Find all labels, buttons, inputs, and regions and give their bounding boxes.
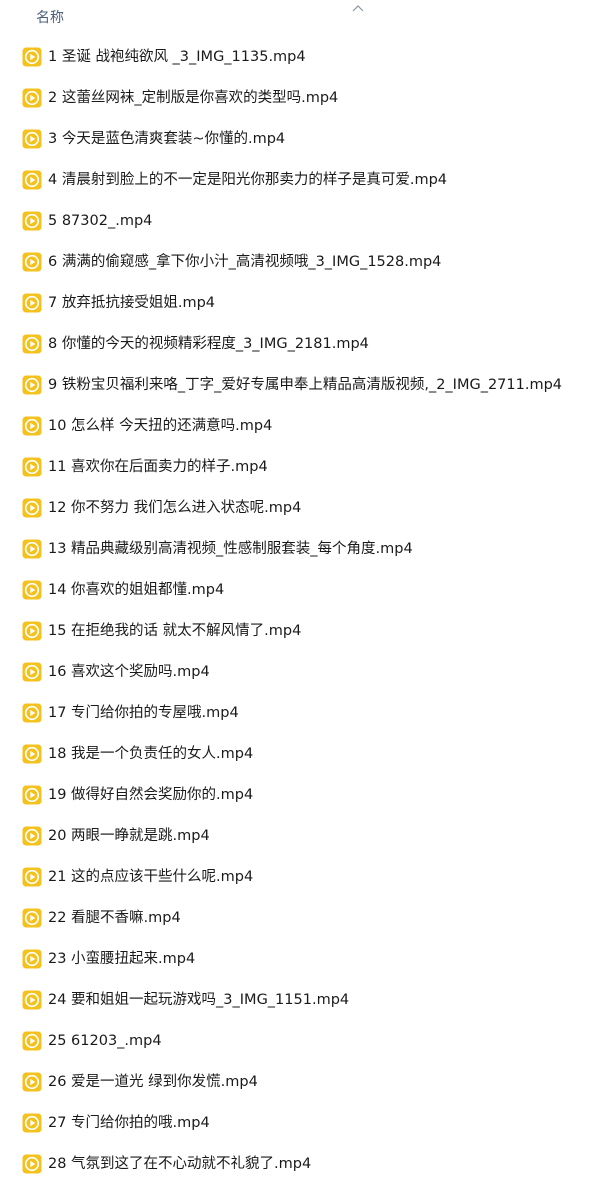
file-name: 11 喜欢你在后面卖力的样子.mp4: [48, 459, 268, 475]
file-name: 19 做得好自然会奖励你的.mp4: [48, 787, 254, 803]
file-row[interactable]: 1 圣诞 战袍纯欲风 _3_IMG_1135.mp4: [0, 37, 589, 78]
video-file-icon: [22, 867, 42, 887]
file-name: 21 这的点应该干些什么呢.mp4: [48, 869, 254, 885]
sort-ascending-icon[interactable]: [352, 0, 364, 12]
file-row[interactable]: 16 喜欢这个奖励吗.mp4: [0, 652, 589, 693]
file-row[interactable]: 21 这的点应该干些什么呢.mp4: [0, 857, 589, 898]
video-file-icon: [22, 1031, 42, 1051]
file-name: 7 放弃抵抗接受姐姐.mp4: [48, 295, 215, 311]
file-row[interactable]: 7 放弃抵抗接受姐姐.mp4: [0, 283, 589, 324]
file-name: 24 要和姐姐一起玩游戏吗_3_IMG_1151.mp4: [48, 992, 350, 1008]
file-row[interactable]: 9 铁粉宝贝福利来咯_丁字_爱好专属申奉上精品高清版视频,_2_IMG_2711…: [0, 365, 589, 406]
file-name: 23 小蛮腰扭起来.mp4: [48, 951, 196, 967]
video-file-icon: [22, 129, 42, 149]
file-name: 12 你不努力 我们怎么进入状态呢.mp4: [48, 500, 302, 516]
video-file-icon: [22, 785, 42, 805]
file-row[interactable]: 25 61203_.mp4: [0, 1021, 589, 1062]
file-name: 20 两眼一睁就是跳.mp4: [48, 828, 210, 844]
file-name: 25 61203_.mp4: [48, 1033, 162, 1049]
file-row[interactable]: 17 专门给你拍的专屋哦.mp4: [0, 693, 589, 734]
file-name: 9 铁粉宝贝福利来咯_丁字_爱好专属申奉上精品高清版视频,_2_IMG_2711…: [48, 377, 563, 393]
video-file-icon: [22, 703, 42, 723]
file-row[interactable]: 6 满满的偷窥感_拿下你小汁_高清视频哦_3_IMG_1528.mp4: [0, 242, 589, 283]
file-row[interactable]: 18 我是一个负责任的女人.mp4: [0, 734, 589, 775]
video-file-icon: [22, 170, 42, 190]
video-file-icon: [22, 949, 42, 969]
file-row[interactable]: 5 87302_.mp4: [0, 201, 589, 242]
file-row[interactable]: 28 气氛到这了在不心动就不礼貌了.mp4: [0, 1144, 589, 1185]
video-file-icon: [22, 908, 42, 928]
file-name: 10 怎么样 今天扭的还满意吗.mp4: [48, 418, 273, 434]
list-header: 名称: [0, 0, 589, 36]
file-row[interactable]: 23 小蛮腰扭起来.mp4: [0, 939, 589, 980]
video-file-icon: [22, 744, 42, 764]
file-row[interactable]: 24 要和姐姐一起玩游戏吗_3_IMG_1151.mp4: [0, 980, 589, 1021]
video-file-icon: [22, 1113, 42, 1133]
file-row[interactable]: 2 这蕾丝网袜_定制版是你喜欢的类型吗.mp4: [0, 78, 589, 119]
file-name: 16 喜欢这个奖励吗.mp4: [48, 664, 210, 680]
file-row[interactable]: 22 看腿不香嘛.mp4: [0, 898, 589, 939]
video-file-icon: [22, 621, 42, 641]
video-file-icon: [22, 375, 42, 395]
video-file-icon: [22, 457, 42, 477]
file-row[interactable]: 20 两眼一睁就是跳.mp4: [0, 816, 589, 857]
file-name: 15 在拒绝我的话 就太不解风情了.mp4: [48, 623, 302, 639]
file-row[interactable]: 27 专门给你拍的哦.mp4: [0, 1103, 589, 1144]
video-file-icon: [22, 580, 42, 600]
file-row[interactable]: 14 你喜欢的姐姐都懂.mp4: [0, 570, 589, 611]
file-name: 6 满满的偷窥感_拿下你小汁_高清视频哦_3_IMG_1528.mp4: [48, 254, 442, 270]
file-row[interactable]: 13 精品典藏级别高清视频_性感制服套装_每个角度.mp4: [0, 529, 589, 570]
video-file-icon: [22, 1072, 42, 1092]
file-name: 22 看腿不香嘛.mp4: [48, 910, 181, 926]
file-name: 13 精品典藏级别高清视频_性感制服套装_每个角度.mp4: [48, 541, 413, 557]
video-file-icon: [22, 498, 42, 518]
video-file-icon: [22, 47, 42, 67]
file-row[interactable]: 11 喜欢你在后面卖力的样子.mp4: [0, 447, 589, 488]
file-name: 4 清晨射到脸上的不一定是阳光你那卖力的样子是真可爱.mp4: [48, 172, 447, 188]
file-row[interactable]: 8 你懂的今天的视频精彩程度_3_IMG_2181.mp4: [0, 324, 589, 365]
file-name: 8 你懂的今天的视频精彩程度_3_IMG_2181.mp4: [48, 336, 369, 352]
video-file-icon: [22, 1154, 42, 1174]
video-file-icon: [22, 88, 42, 108]
file-list: 1 圣诞 战袍纯欲风 _3_IMG_1135.mp4 2 这蕾丝网袜_定制版是你…: [0, 37, 589, 1185]
video-file-icon: [22, 416, 42, 436]
video-file-icon: [22, 211, 42, 231]
file-name: 27 专门给你拍的哦.mp4: [48, 1115, 210, 1131]
column-header-name[interactable]: 名称: [36, 7, 64, 27]
file-row[interactable]: 15 在拒绝我的话 就太不解风情了.mp4: [0, 611, 589, 652]
file-row[interactable]: 12 你不努力 我们怎么进入状态呢.mp4: [0, 488, 589, 529]
video-file-icon: [22, 293, 42, 313]
file-name: 26 爱是一道光 绿到你发慌.mp4: [48, 1074, 258, 1090]
file-name: 17 专门给你拍的专屋哦.mp4: [48, 705, 239, 721]
file-row[interactable]: 26 爱是一道光 绿到你发慌.mp4: [0, 1062, 589, 1103]
file-name: 28 气氛到这了在不心动就不礼貌了.mp4: [48, 1156, 312, 1172]
video-file-icon: [22, 990, 42, 1010]
video-file-icon: [22, 252, 42, 272]
video-file-icon: [22, 539, 42, 559]
file-row[interactable]: 10 怎么样 今天扭的还满意吗.mp4: [0, 406, 589, 447]
video-file-icon: [22, 662, 42, 682]
file-name: 2 这蕾丝网袜_定制版是你喜欢的类型吗.mp4: [48, 90, 339, 106]
file-name: 5 87302_.mp4: [48, 213, 153, 229]
file-row[interactable]: 4 清晨射到脸上的不一定是阳光你那卖力的样子是真可爱.mp4: [0, 160, 589, 201]
file-name: 14 你喜欢的姐姐都懂.mp4: [48, 582, 225, 598]
video-file-icon: [22, 334, 42, 354]
file-row[interactable]: 3 今天是蓝色清爽套装~你懂的.mp4: [0, 119, 589, 160]
file-name: 1 圣诞 战袍纯欲风 _3_IMG_1135.mp4: [48, 49, 306, 65]
file-row[interactable]: 19 做得好自然会奖励你的.mp4: [0, 775, 589, 816]
file-name: 18 我是一个负责任的女人.mp4: [48, 746, 254, 762]
video-file-icon: [22, 826, 42, 846]
file-name: 3 今天是蓝色清爽套装~你懂的.mp4: [48, 131, 286, 147]
